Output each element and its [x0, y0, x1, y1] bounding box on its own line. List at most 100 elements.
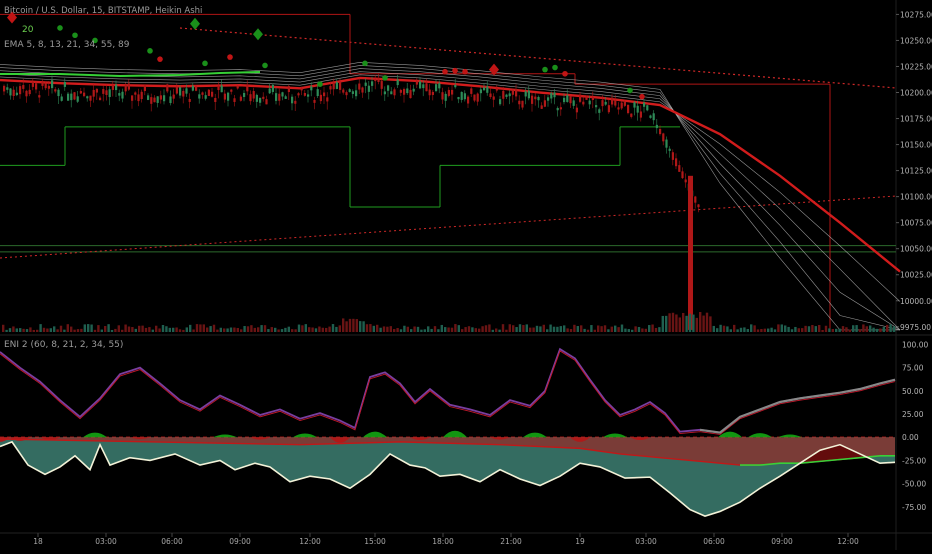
time-tick-label: 19 — [575, 537, 585, 546]
volume-bar — [141, 325, 144, 332]
candle-body — [319, 94, 322, 102]
volume-bar — [726, 326, 729, 332]
candle-body — [313, 99, 316, 103]
candle-body — [307, 94, 310, 97]
candle-body — [67, 93, 70, 101]
volume-bar — [818, 324, 821, 332]
candle-body — [121, 91, 124, 99]
volume-bar — [294, 329, 297, 332]
volume-bar — [76, 329, 80, 332]
volume-bar — [352, 318, 355, 332]
volume-bar — [63, 329, 66, 332]
candle-body — [207, 89, 210, 96]
volume-bar — [121, 329, 124, 332]
sub-y-tick-label: 50.00 — [902, 387, 924, 396]
volume-bar — [634, 326, 637, 332]
volume-bar — [767, 328, 770, 332]
candle-body — [294, 100, 297, 104]
volume-bar — [583, 328, 586, 332]
volume-bar — [287, 326, 290, 332]
candle-body — [102, 89, 105, 94]
volume-bar — [127, 326, 131, 332]
volume-bar — [168, 327, 171, 332]
main-y-tick-label: 10025.00 — [900, 271, 932, 280]
volume-bar — [739, 327, 743, 332]
volume-bar — [151, 329, 154, 332]
volume-bar — [331, 324, 335, 332]
candle-body — [339, 81, 342, 90]
candle-body — [83, 92, 86, 97]
volume-bar — [845, 327, 848, 332]
candle-body — [169, 96, 172, 104]
candle-body — [182, 90, 185, 97]
volume-bar — [549, 324, 552, 332]
volume-bar — [580, 325, 583, 332]
candle-body — [300, 88, 303, 91]
candle-body — [35, 83, 38, 90]
time-tick-label: 06:00 — [703, 537, 725, 546]
candle-body — [543, 100, 546, 107]
volume-bar — [685, 315, 688, 332]
candle-body — [540, 105, 543, 109]
volume-bar — [396, 328, 399, 332]
volume-bar — [716, 328, 719, 332]
volume-bar — [797, 328, 800, 332]
volume-bar — [801, 328, 804, 332]
candle-body — [617, 107, 620, 110]
volume-bar — [236, 328, 239, 332]
time-tick-label: 03:00 — [635, 537, 657, 546]
volume-bar — [365, 324, 369, 332]
time-tick-label: 09:00 — [229, 537, 251, 546]
volume-bar — [423, 329, 426, 332]
volume-bar — [379, 327, 382, 332]
volume-bar — [522, 325, 525, 332]
candle-body — [623, 102, 626, 106]
candle-body — [198, 94, 201, 99]
volume-bar — [243, 326, 246, 332]
volume-bar — [178, 329, 182, 332]
main-y-tick-label: 10250.00 — [900, 36, 932, 45]
candle-body — [630, 113, 633, 117]
volume-bar — [318, 326, 321, 332]
volume-bar — [22, 328, 25, 332]
volume-bar — [399, 329, 403, 332]
volume-bar — [376, 324, 379, 332]
candle-body — [508, 93, 511, 97]
candle-body — [419, 81, 422, 89]
volume-bar — [420, 329, 423, 332]
time-tick-label: 03:00 — [95, 537, 117, 546]
candle-body — [524, 91, 527, 97]
volume-bar — [270, 327, 273, 332]
volume-bar — [216, 329, 219, 332]
volume-bar — [87, 324, 90, 332]
candle-body — [60, 96, 63, 101]
volume-bar — [610, 326, 613, 332]
candle-body — [550, 93, 553, 99]
volume-bar — [546, 329, 549, 332]
candle-body — [457, 97, 460, 100]
volume-bar — [814, 326, 817, 332]
volume-bar — [512, 325, 515, 332]
volume-bar — [712, 325, 715, 332]
volume-bar — [886, 324, 889, 332]
candle-body — [511, 89, 514, 95]
volume-bar — [525, 324, 528, 332]
candle-body — [188, 98, 191, 102]
volume-bar — [389, 326, 392, 332]
main-y-tick-label: 10050.00 — [900, 245, 932, 254]
volume-bar — [539, 326, 542, 332]
candle-body — [140, 91, 143, 100]
volume-bar — [773, 329, 777, 332]
volume-bar — [488, 324, 491, 332]
volume-bar — [481, 326, 484, 332]
signal-dot — [382, 75, 388, 81]
candle-body — [41, 81, 44, 86]
candle-body — [227, 92, 230, 101]
volume-bar — [433, 326, 437, 332]
volume-bar — [440, 324, 443, 332]
volume-bar — [206, 327, 209, 332]
volume-bar — [838, 328, 841, 332]
volume-bar — [831, 329, 834, 332]
volume-bar — [892, 326, 896, 332]
volume-bar — [855, 325, 858, 332]
